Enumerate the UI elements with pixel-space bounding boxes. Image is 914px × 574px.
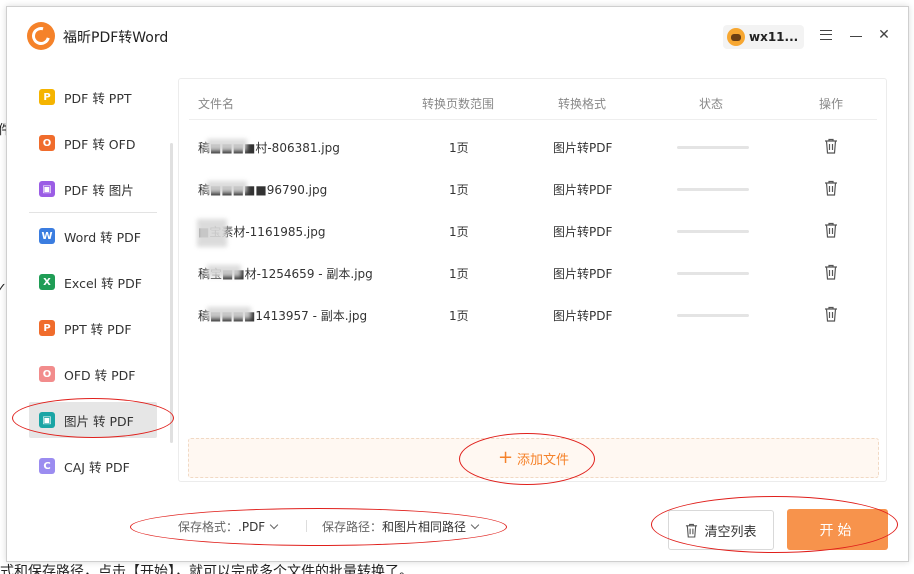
menu-icon[interactable]: [818, 27, 834, 43]
convert-format: 图片转PDF: [553, 267, 613, 281]
progress-bar: [677, 230, 749, 233]
sidebar-item-pdf-to-image[interactable]: ▣ PDF 转 图片: [29, 171, 157, 207]
word-icon: W: [39, 228, 55, 244]
sidebar-item-label: Word 转 PDF: [64, 229, 141, 245]
redaction-blur: [207, 181, 247, 193]
sidebar-item-label: CAJ 转 PDF: [64, 459, 130, 475]
table-row[interactable]: 稿■■■■1413957 - 副本.jpg 1页 图片转PDF: [179, 293, 886, 335]
close-icon[interactable]: ✕: [876, 27, 892, 43]
sidebar-item-ofd-to-pdf[interactable]: O OFD 转 PDF: [29, 356, 157, 392]
trash-icon[interactable]: [824, 306, 838, 322]
trash-icon[interactable]: [824, 222, 838, 238]
app-title: 福昕PDF转Word: [63, 30, 169, 46]
user-name: wx11...: [749, 30, 799, 44]
page-range[interactable]: 1页: [449, 139, 469, 156]
app-logo-icon: [27, 22, 55, 50]
annotation-ellipse: [130, 508, 507, 546]
caj-icon: C: [39, 458, 55, 474]
excel-icon: X: [39, 274, 55, 290]
user-account[interactable]: wx11...: [723, 25, 805, 49]
progress-bar: [677, 188, 749, 191]
column-header-status: 状态: [699, 97, 724, 111]
background-text: 式和保存路径，点击【开始】，就可以完成多个文件的批量转换了。: [0, 564, 413, 574]
trash-icon[interactable]: [824, 180, 838, 196]
file-list-panel: 文件名 转换页数范围 转换格式 状态 操作 稿■■■■村-806381.jpg …: [178, 78, 887, 482]
header-divider: [189, 119, 877, 120]
progress-bar: [677, 146, 749, 149]
convert-format: 图片转PDF: [553, 309, 613, 323]
app-window: 福昕PDF转Word wx11... ✕ P PDF 转 PPT O PDF 转…: [6, 6, 909, 562]
table-header: 文件名 转换页数范围 转换格式 状态 操作: [179, 79, 886, 125]
image-icon: ▣: [39, 181, 55, 197]
sidebar-item-pdf-to-ofd[interactable]: O PDF 转 OFD: [29, 125, 157, 161]
redaction-blur: [207, 139, 247, 151]
trash-icon[interactable]: [824, 138, 838, 154]
title-bar: 福昕PDF转Word wx11... ✕: [7, 7, 908, 63]
sidebar-item-excel-to-pdf[interactable]: X Excel 转 PDF: [29, 264, 157, 300]
minimize-icon[interactable]: [848, 27, 864, 43]
column-header-format: 转换格式: [558, 97, 607, 111]
convert-format: 图片转PDF: [553, 183, 613, 197]
sidebar-item-pdf-to-ppt[interactable]: P PDF 转 PPT: [29, 79, 157, 115]
sidebar-item-label: PDF 转 图片: [64, 182, 134, 198]
annotation-ellipse: [12, 398, 174, 438]
progress-bar: [677, 272, 749, 275]
table-row[interactable]: 稿■■■■■96790.jpg 1页 图片转PDF: [179, 167, 886, 209]
sidebar-item-label: PPT 转 PDF: [64, 321, 132, 337]
sidebar-scrollbar[interactable]: [170, 143, 173, 443]
sidebar-item-label: PDF 转 OFD: [64, 136, 136, 152]
redaction-blur: [207, 265, 241, 277]
table-row[interactable]: ■宝素材-1161985.jpg 1页 图片转PDF: [179, 209, 886, 251]
sidebar-item-ppt-to-pdf[interactable]: P PPT 转 PDF: [29, 310, 157, 346]
sidebar-item-label: OFD 转 PDF: [64, 367, 136, 383]
page-range[interactable]: 1页: [449, 307, 469, 324]
sidebar-divider: [29, 212, 157, 213]
page-range[interactable]: 1页: [449, 181, 469, 198]
ofd-icon: O: [39, 366, 55, 382]
progress-bar: [677, 314, 749, 317]
avatar: [727, 28, 745, 46]
column-header-action: 操作: [819, 97, 844, 111]
redaction-blur: [197, 219, 227, 247]
redaction-blur: [207, 307, 251, 319]
annotation-ellipse: [651, 496, 898, 553]
table-row[interactable]: 稿■■■■村-806381.jpg 1页 图片转PDF: [179, 125, 886, 167]
page-range[interactable]: 1页: [449, 223, 469, 240]
trash-icon[interactable]: [824, 264, 838, 280]
ppt-icon: P: [39, 89, 55, 105]
ppt-icon: P: [39, 320, 55, 336]
ofd-icon: O: [39, 135, 55, 151]
convert-format: 图片转PDF: [553, 225, 613, 239]
annotation-ellipse: [459, 433, 595, 485]
column-header-pages: 转换页数范围: [422, 97, 495, 111]
sidebar-item-label: PDF 转 PPT: [64, 90, 132, 106]
page-range[interactable]: 1页: [449, 265, 469, 282]
column-header-name: 文件名: [198, 97, 235, 111]
table-row[interactable]: 稿宝■■材-1254659 - 副本.jpg 1页 图片转PDF: [179, 251, 886, 293]
convert-format: 图片转PDF: [553, 141, 613, 155]
sidebar-item-label: Excel 转 PDF: [64, 275, 142, 291]
sidebar-item-word-to-pdf[interactable]: W Word 转 PDF: [29, 218, 157, 254]
sidebar-item-caj-to-pdf[interactable]: C CAJ 转 PDF: [29, 448, 157, 484]
